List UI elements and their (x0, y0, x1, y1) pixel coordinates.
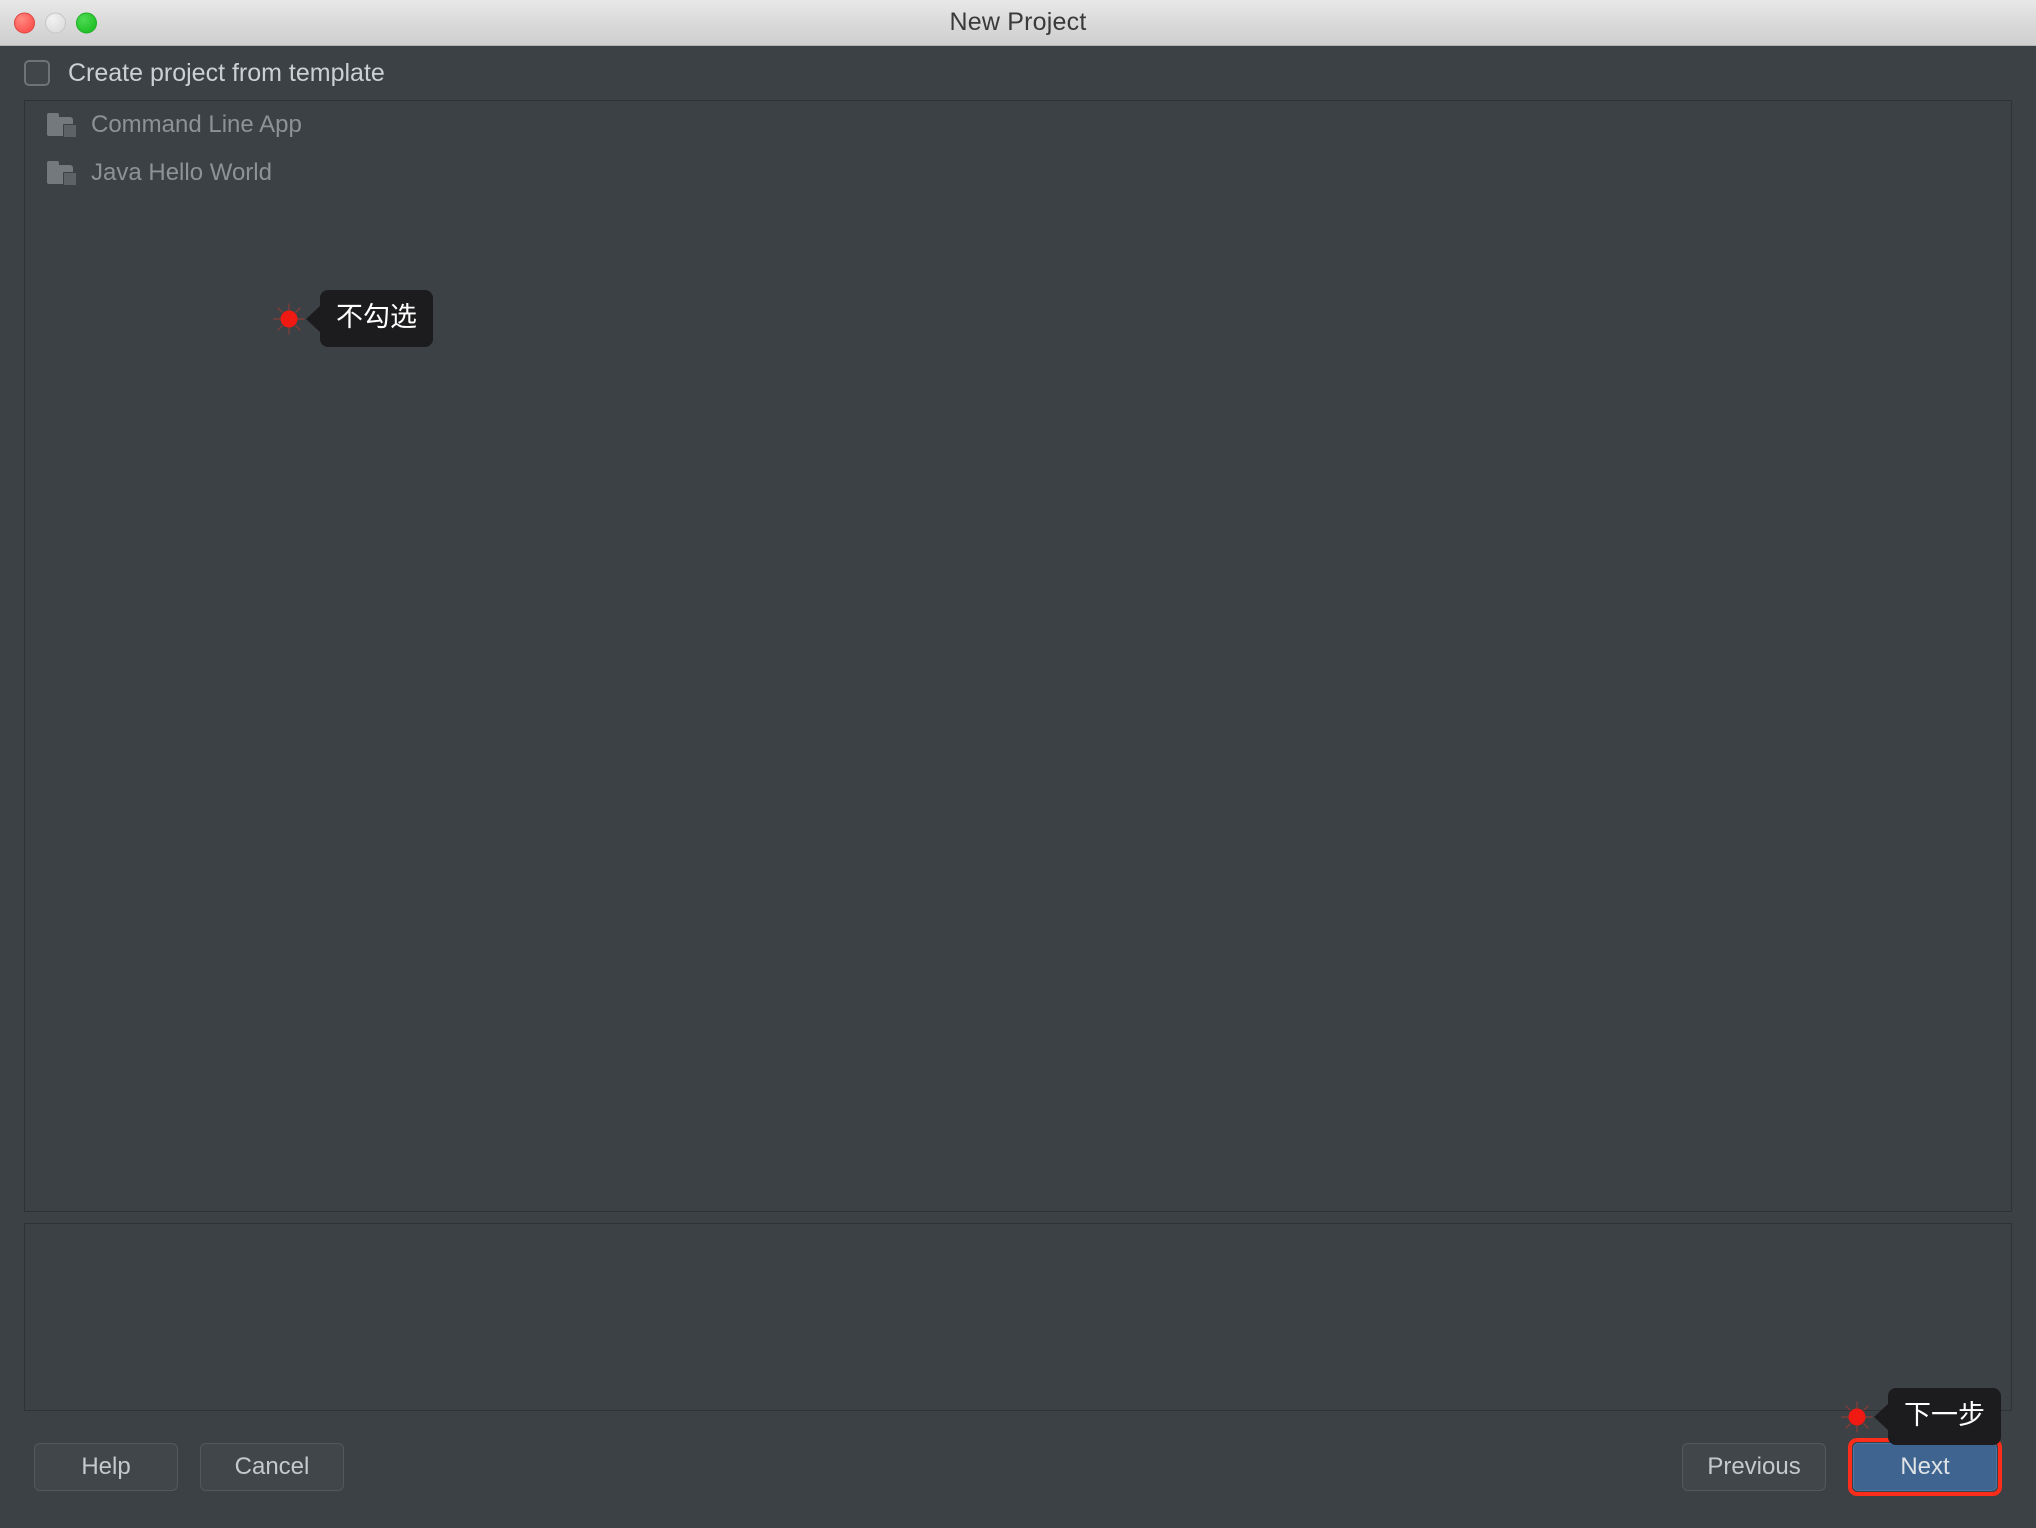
dialog-footer: Help Cancel Previous Next (24, 1411, 2012, 1528)
help-button[interactable]: Help (34, 1442, 178, 1491)
annotation-arrow-icon (1874, 1402, 1889, 1431)
folder-icon (47, 161, 77, 186)
list-item-label: Command Line App (91, 111, 302, 138)
annotation-text: 下一步 (1888, 1388, 2001, 1445)
footer-right-buttons: Previous Next (1682, 1437, 2002, 1496)
red-dot-marker-icon (1840, 1400, 1874, 1434)
close-traffic-light[interactable] (14, 12, 35, 33)
template-checkbox[interactable] (24, 60, 50, 86)
new-project-dialog: New Project Create project from template… (0, 0, 2036, 1528)
template-info-panel (24, 1223, 2012, 1411)
window-titlebar: New Project (0, 0, 2036, 46)
next-button-highlight: Next (1848, 1437, 2002, 1496)
template-checkbox-row[interactable]: Create project from template (24, 46, 2012, 100)
maximize-traffic-light[interactable] (76, 12, 97, 33)
list-item[interactable]: Java Hello World (25, 149, 2011, 197)
template-checkbox-label: Create project from template (68, 58, 385, 87)
annotation-do-not-check: 不勾选 (272, 290, 433, 347)
next-button[interactable]: Next (1853, 1442, 1997, 1491)
annotation-text: 不勾选 (320, 290, 433, 347)
window-controls (14, 12, 97, 33)
cancel-button[interactable]: Cancel (200, 1442, 344, 1491)
list-item-label: Java Hello World (91, 159, 272, 186)
annotation-next-step: 下一步 (1840, 1388, 2001, 1445)
red-dot-marker-icon (272, 302, 306, 336)
window-title: New Project (949, 8, 1087, 36)
template-list-panel[interactable]: Command Line App Java Hello World (24, 100, 2012, 1212)
annotation-arrow-icon (306, 304, 321, 333)
previous-button[interactable]: Previous (1682, 1442, 1826, 1491)
dialog-content: Create project from template Command Lin… (0, 46, 2036, 1528)
footer-left-buttons: Help Cancel (34, 1442, 344, 1491)
list-item[interactable]: Command Line App (25, 101, 2011, 149)
folder-icon (47, 113, 77, 138)
minimize-traffic-light[interactable] (45, 12, 66, 33)
